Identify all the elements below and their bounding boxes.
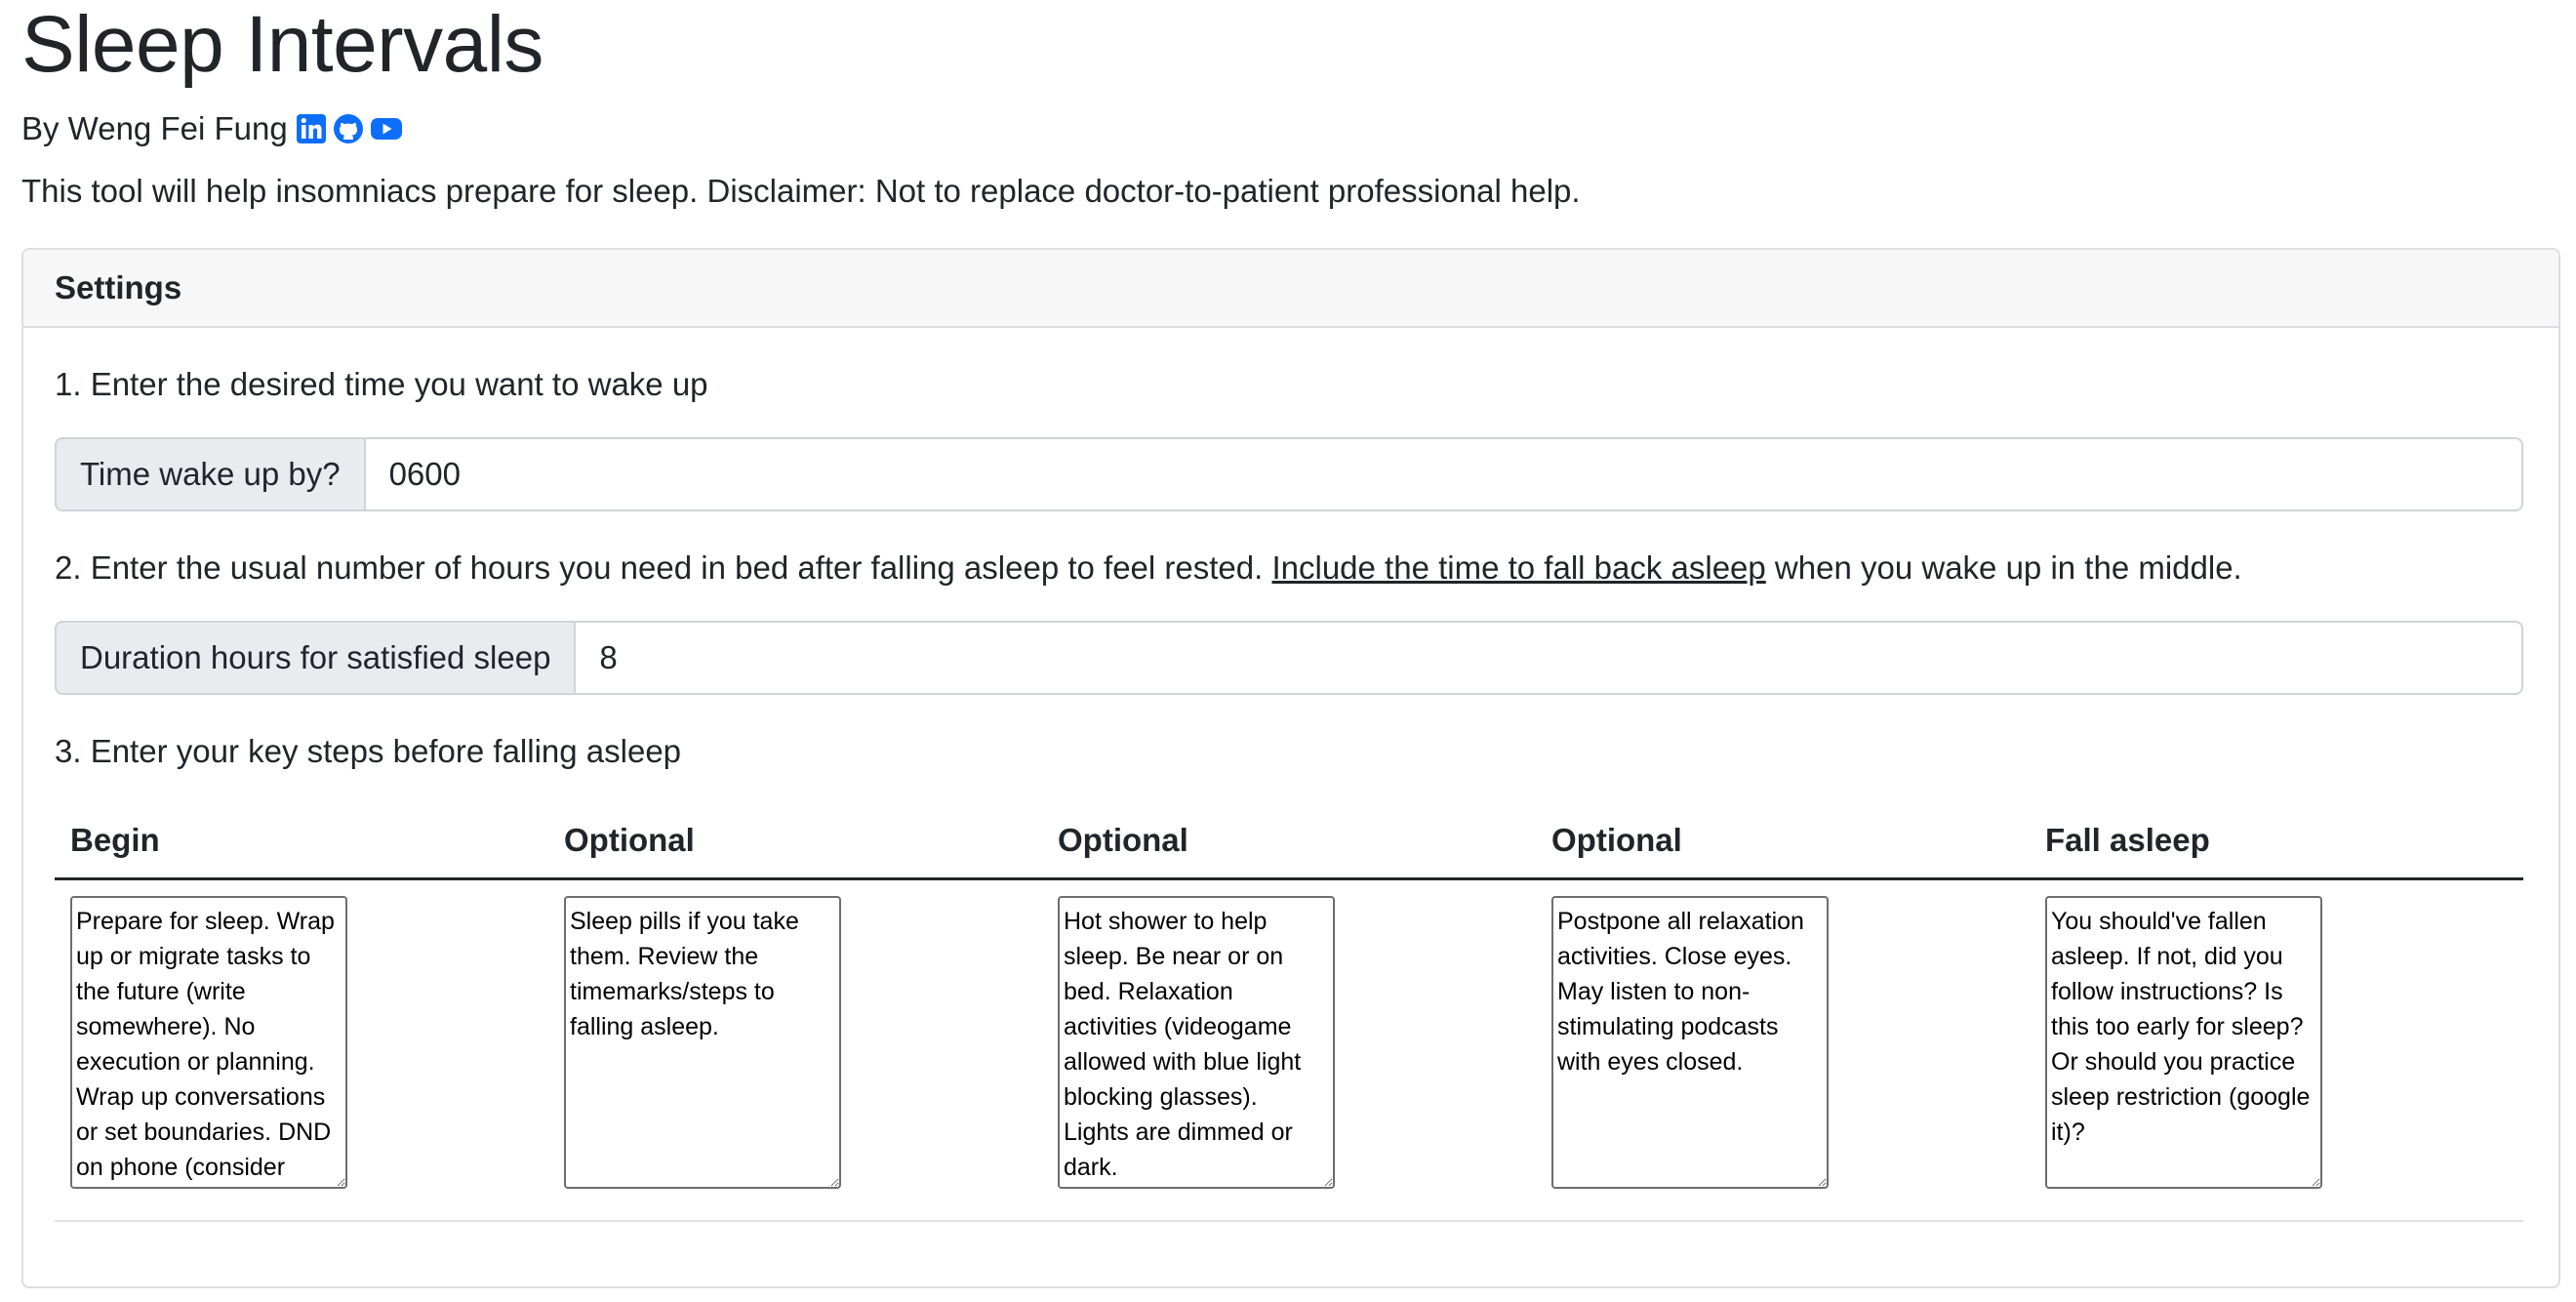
column-header-optional-3: Optional xyxy=(1551,822,1682,858)
table-row: Prepare for sleep. Wrap up or migrate ta… xyxy=(55,880,2523,1222)
linkedin-icon[interactable] xyxy=(296,113,327,144)
github-icon[interactable] xyxy=(333,113,364,144)
table-cell: Hot shower to help sleep. Be near or on … xyxy=(1042,896,1536,1220)
sleep-duration-input[interactable] xyxy=(576,621,2523,695)
step2-label-tail: when you wake up in the middle. xyxy=(1765,549,2242,586)
optional-step-1-textarea[interactable]: Sleep pills if you take them. Review the… xyxy=(564,896,841,1189)
column-header-optional-1: Optional xyxy=(564,822,695,858)
settings-header: Settings xyxy=(23,250,2558,328)
wake-time-addon-text: Time wake up by? xyxy=(80,456,341,492)
author-text: By Weng Fei Fung xyxy=(21,110,288,146)
column-header-begin: Begin xyxy=(70,822,160,858)
table-cell: Postpone all relaxation activities. Clos… xyxy=(1536,896,2030,1220)
table-cell: You should've fallen asleep. If not, did… xyxy=(2030,896,2523,1220)
step3-label: 3. Enter your key steps before falling a… xyxy=(55,733,682,769)
page-title: Sleep Intervals xyxy=(21,0,543,89)
step1-label: 1. Enter the desired time you want to wa… xyxy=(55,366,708,402)
step2-label: 2. Enter the usual number of hours you n… xyxy=(55,549,2242,588)
optional-step-2-textarea[interactable]: Hot shower to help sleep. Be near or on … xyxy=(1058,896,1335,1189)
column-header-optional-2: Optional xyxy=(1058,822,1188,858)
wake-time-group: Time wake up by? xyxy=(55,437,2523,511)
wake-time-input[interactable] xyxy=(365,437,2523,511)
youtube-icon[interactable] xyxy=(370,113,402,144)
sleep-duration-addon: Duration hours for satisfied sleep xyxy=(55,621,577,695)
step2-label-text: 2. Enter the usual number of hours you n… xyxy=(55,549,1272,586)
wake-time-addon: Time wake up by? xyxy=(55,437,366,511)
settings-card: Settings 1. Enter the desired time you w… xyxy=(21,248,2560,1288)
sleep-duration-group: Duration hours for satisfied sleep xyxy=(55,621,2523,695)
begin-step-textarea[interactable]: Prepare for sleep. Wrap up or migrate ta… xyxy=(70,896,347,1189)
optional-step-3-textarea[interactable]: Postpone all relaxation activities. Clos… xyxy=(1551,896,1829,1189)
column-header-fall-asleep: Fall asleep xyxy=(2045,822,2210,858)
social-icons xyxy=(296,113,402,144)
byline: By Weng Fei Fung xyxy=(21,109,402,148)
table-cell: Prepare for sleep. Wrap up or migrate ta… xyxy=(55,896,548,1220)
intro-disclaimer: This tool will help insomniacs prepare f… xyxy=(21,173,1581,209)
table-cell: Sleep pills if you take them. Review the… xyxy=(548,896,1042,1220)
fall-asleep-textarea[interactable]: You should've fallen asleep. If not, did… xyxy=(2045,896,2322,1189)
steps-table: Begin Optional Optional Optional Fall as… xyxy=(55,816,2523,1222)
steps-table-header: Begin Optional Optional Optional Fall as… xyxy=(55,816,2523,880)
sleep-duration-addon-text: Duration hours for satisfied sleep xyxy=(80,639,551,675)
fall-back-asleep-link[interactable]: Include the time to fall back asleep xyxy=(1271,549,1765,586)
